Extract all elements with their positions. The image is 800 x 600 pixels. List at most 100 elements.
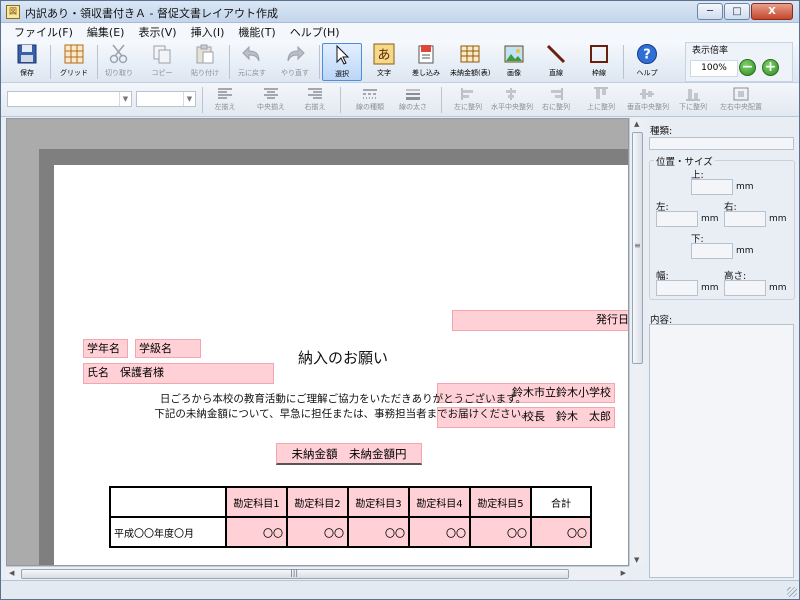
width-input[interactable] [656, 280, 698, 296]
unpaid-amount-field[interactable]: 未納金額 未納金額円 [276, 443, 422, 465]
cut-button[interactable]: 切り取り [99, 43, 139, 81]
document-canvas[interactable]: 発行日 学年名 学級名 氏名 保護者様 鈴木市立鈴木小学校 校長 鈴木 太郎 納… [6, 118, 629, 566]
right-input[interactable] [724, 211, 766, 227]
bottom-input[interactable] [691, 243, 733, 259]
align-left-button[interactable]: 左揃え [205, 85, 245, 115]
select-label: 選択 [335, 70, 349, 78]
frame-tool-button[interactable]: 枠線 [579, 43, 619, 81]
scroll-left-icon[interactable]: ◀ [9, 569, 14, 577]
minimize-button[interactable]: ─ [697, 3, 723, 20]
line-label: 直線 [549, 69, 563, 77]
separator [202, 87, 203, 113]
arrange-hcenter-button[interactable]: 水平中央整列 [491, 85, 533, 115]
title-bar[interactable]: 図 内訳あり・領収書付きＡ - 督促文書レイアウト作成 ─ □ X [1, 1, 799, 23]
arrange-left-button[interactable]: 左に整列 [448, 85, 488, 115]
arrange-top-button[interactable]: 上に整列 [581, 85, 621, 115]
redo-button[interactable]: やり直す [275, 43, 315, 81]
align-right-button[interactable]: 右揃え [295, 85, 335, 115]
table-cell: 平成〇〇年度〇月 [109, 516, 227, 548]
picture-icon [504, 45, 524, 63]
line-tool-button[interactable]: 直線 [536, 43, 576, 81]
scroll-right-icon[interactable]: ▶ [621, 569, 626, 577]
arrange-lr-center-button[interactable]: 左右中央配置 [717, 85, 765, 115]
rectangle-frame-icon [590, 45, 608, 63]
separator [97, 45, 98, 79]
align-center-button[interactable]: 中央揃え [251, 85, 291, 115]
merge-label: 差し込み [412, 69, 440, 77]
top-input[interactable] [691, 179, 733, 195]
zoom-in-icon[interactable]: + [762, 59, 779, 76]
zoom-value-field[interactable]: 100% [690, 60, 738, 77]
help-button[interactable]: ? ヘルプ [627, 43, 667, 81]
format-toolbar: ▼ ▼ 左揃え 中央揃え 右揃え 線の種類 線の太さ 左に整列 水平中央整列 右… [1, 83, 799, 117]
unpaid-table-button[interactable]: 未納金額(表) [450, 43, 490, 81]
svg-text:?: ? [643, 48, 651, 63]
vertical-scrollbar[interactable]: ▲ ≡ ▼ [629, 118, 644, 566]
zoom-out-icon[interactable]: − [739, 59, 756, 76]
cut-label: 切り取り [105, 69, 133, 77]
scroll-up-icon[interactable]: ▲ [634, 120, 639, 128]
arrange-right-button[interactable]: 右に整列 [536, 85, 576, 115]
image-button[interactable]: 画像 [494, 43, 534, 81]
font-size-select[interactable]: ▼ [136, 91, 196, 107]
align-center-label: 中央揃え [257, 103, 285, 111]
cursor-arrow-icon [336, 44, 350, 65]
right-unit: mm [769, 214, 787, 224]
align-left-icon [218, 88, 232, 99]
paste-label: 貼り付け [191, 69, 219, 77]
maximize-button[interactable]: □ [724, 3, 750, 20]
text-tool-button[interactable]: あ 文字 [364, 43, 404, 81]
arrange-bottom-label: 下に整列 [679, 103, 707, 111]
resize-grip-icon[interactable] [787, 587, 797, 597]
horizontal-scroll-thumb[interactable]: ||| [21, 568, 569, 579]
paste-button[interactable]: 貼り付け [185, 43, 225, 81]
select-tool-button[interactable]: 選択 [322, 43, 362, 81]
save-label: 保存 [20, 69, 34, 77]
menu-help[interactable]: ヘルプ(H) [283, 24, 347, 40]
document-page[interactable]: 発行日 学年名 学級名 氏名 保護者様 鈴木市立鈴木小学校 校長 鈴木 太郎 納… [54, 165, 628, 565]
table-row: 平成〇〇年度〇月 〇〇 〇〇 〇〇 〇〇 〇〇 〇〇 [109, 516, 592, 548]
grid-button[interactable]: グリッド [54, 43, 94, 81]
body-text-line-2[interactable]: 下記の未納金額について、早急に担任または、事務担当者までお届けください。 [54, 407, 628, 422]
menu-tools[interactable]: 機能(T) [231, 24, 282, 40]
table-icon [460, 45, 480, 63]
properties-panel: 種類: 位置・サイズ 上: mm 左: mm 右: mm 下: mm 幅: mm… [644, 118, 799, 580]
document-title[interactable]: 納入のお願い [54, 347, 628, 368]
merge-field-button[interactable]: 差し込み [406, 43, 446, 81]
copy-button[interactable]: コピー [142, 43, 182, 81]
height-input[interactable] [724, 280, 766, 296]
table-cell: 〇〇 [408, 516, 471, 548]
menu-view[interactable]: 表示(V) [131, 24, 183, 40]
font-name-select[interactable]: ▼ [7, 91, 132, 107]
menu-insert[interactable]: 挿入(I) [184, 24, 232, 40]
horizontal-scrollbar[interactable]: ◀ ||| ▶ [6, 566, 629, 580]
undo-button[interactable]: 元に戻す [232, 43, 272, 81]
save-button[interactable]: 保存 [7, 43, 47, 81]
table-header-cell: 勘定科目3 [347, 486, 410, 518]
line-width-button[interactable]: 線の太さ [393, 85, 433, 115]
issue-date-field[interactable]: 発行日 [452, 310, 628, 331]
app-icon: 図 [6, 5, 20, 19]
line-type-icon [363, 89, 377, 99]
table-cell: 〇〇 [286, 516, 349, 548]
menu-edit[interactable]: 編集(E) [80, 24, 132, 40]
body-text-line-1[interactable]: 日ごろから本校の教育活動にご理解ご協力をいただきありがとうございます。 [54, 392, 628, 407]
arrange-vcenter-button[interactable]: 垂直中央整列 [627, 85, 669, 115]
left-input[interactable] [656, 211, 698, 227]
align-center-icon [264, 88, 278, 99]
close-button[interactable]: X [751, 3, 793, 20]
line-type-button[interactable]: 線の種類 [350, 85, 390, 115]
arrange-bottom-button[interactable]: 下に整列 [673, 85, 713, 115]
menu-file[interactable]: ファイル(F) [7, 24, 80, 40]
width-unit: mm [701, 283, 719, 293]
position-size-label: 位置・サイズ [654, 154, 715, 168]
arrange-left-icon [461, 88, 473, 100]
bottom-unit: mm [736, 246, 754, 256]
table-header-cell: 勘定科目1 [225, 486, 288, 518]
content-textarea[interactable] [649, 324, 794, 578]
type-label: 種類: [650, 126, 673, 137]
vertical-scroll-thumb[interactable]: ≡ [632, 132, 643, 364]
type-field[interactable] [649, 137, 794, 150]
fee-table[interactable]: 勘定科目1 勘定科目2 勘定科目3 勘定科目4 勘定科目5 合計 平成〇〇年度〇… [109, 486, 592, 548]
scroll-down-icon[interactable]: ▼ [634, 556, 639, 564]
